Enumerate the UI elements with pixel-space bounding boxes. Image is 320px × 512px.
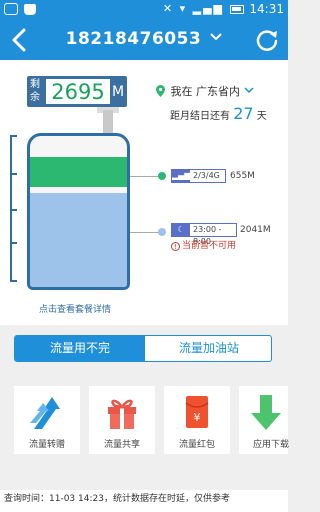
location-province: 广东省内 <box>196 85 240 98</box>
header: 18218476053 <box>0 20 288 60</box>
general-data-amount: 655M <box>230 171 255 181</box>
app-notification-icon <box>24 4 36 15</box>
tab-bar: 流量用不完 流量加油站 <box>14 335 272 362</box>
grid-item-red-envelope[interactable]: ¥ 流量红包 <box>164 386 230 454</box>
remaining-sign: 剩余 2695 M <box>27 76 127 107</box>
idle-data-badge: ☾ 23:00 - 8:00 <box>171 223 237 246</box>
general-data-badge-text: 2/3/4G <box>193 171 220 180</box>
red-envelope-icon: ¥ <box>185 396 209 428</box>
data-tank[interactable] <box>27 133 130 290</box>
data-overview-card: 剩余 2695 M 我在 广东省内 距月结日还有 27 天 点击查看套餐详情 ▂… <box>0 60 288 325</box>
refresh-button[interactable] <box>254 27 280 53</box>
svg-text:¥: ¥ <box>194 411 201 424</box>
package-detail-link[interactable]: 点击查看套餐详情 <box>39 302 111 315</box>
remaining-label: 剩余 <box>30 79 40 103</box>
refresh-icon <box>256 30 278 51</box>
grid-item-label: 流量红包 <box>178 440 215 450</box>
battery-icon <box>230 5 244 14</box>
location-prefix: 我在 <box>170 85 193 98</box>
chevron-down-icon <box>210 33 223 41</box>
grid-item-label: 流量转赠 <box>28 440 65 450</box>
grid-item-label: 应用下载 <box>253 440 290 450</box>
remaining-unit: M <box>111 84 125 100</box>
cycle-days: 27 <box>233 104 254 123</box>
general-data-fill <box>30 157 127 187</box>
gift-icon <box>108 399 136 429</box>
idle-data-fill <box>30 193 127 287</box>
cycle-suffix: 天 <box>256 111 267 122</box>
warning-icon: ! <box>171 242 180 251</box>
tab-unused-data[interactable]: 流量用不完 <box>15 336 145 361</box>
moon-icon: ☾ <box>172 224 190 236</box>
idle-data-warning-text: 当前暂不可用 <box>182 241 237 251</box>
tab-data-station[interactable]: 流量加油站 <box>145 336 271 361</box>
grid-item-app-download[interactable]: 应用下载 <box>239 386 289 454</box>
general-data-dot <box>158 172 166 180</box>
general-data-badge: ▂▄▆ 2/3/4G <box>171 169 226 183</box>
idle-data-warning: ! 当前暂不可用 <box>171 238 236 251</box>
phone-number-title: 18218476053 <box>65 29 202 49</box>
status-time: 14:31 <box>249 2 284 16</box>
idle-data-amount: 2041M <box>240 225 271 235</box>
tank-scale-bracket <box>10 135 19 282</box>
idle-data-dot <box>158 228 166 236</box>
download-arrow-icon <box>251 395 281 430</box>
signal-bars-icon: ▂▄▆ <box>172 170 191 182</box>
query-time-footer: 查询时间：11-03 14:23，统计数据存在时延，仅供参考 <box>0 490 288 512</box>
grid-item-data-transfer[interactable]: 流量转赠 <box>14 386 80 454</box>
location-selector[interactable]: 我在 广东省内 <box>156 83 254 99</box>
back-arrow-icon <box>12 28 26 52</box>
grid-item-label: 流量共享 <box>103 440 140 450</box>
cycle-prefix: 距月结日还有 <box>170 111 230 122</box>
location-pin-icon <box>156 85 165 97</box>
chevron-down-icon <box>243 87 254 94</box>
back-button[interactable] <box>8 26 32 54</box>
remaining-value: 2695 <box>46 79 110 104</box>
billing-cycle-countdown: 距月结日还有 27 天 <box>170 104 267 123</box>
status-bar: ✕ ▾ ▂▄▆ 14:31 <box>0 0 288 20</box>
transfer-arrows-icon <box>30 397 60 429</box>
number-selector[interactable]: 18218476053 <box>50 29 238 49</box>
signal-icons: ✕ ▾ ▂▄▆ <box>162 2 224 15</box>
notification-icon <box>4 3 18 15</box>
grid-item-data-share[interactable]: 流量共享 <box>89 386 155 454</box>
